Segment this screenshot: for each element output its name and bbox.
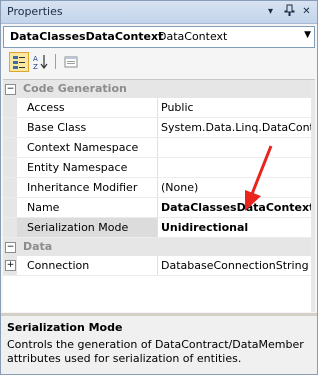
column-divider: [157, 178, 158, 197]
column-divider: [157, 138, 158, 157]
category-data[interactable]: − Data: [3, 238, 315, 256]
row-margin: [3, 98, 17, 117]
property-row-inheritance-modifier[interactable]: Inheritance Modifier (None): [3, 178, 315, 198]
description-title: Serialization Mode: [7, 321, 123, 334]
property-row-access[interactable]: Access Public: [3, 98, 315, 118]
row-margin: [3, 198, 17, 217]
close-icon[interactable]: ✕: [299, 4, 314, 19]
expand-icon[interactable]: +: [5, 260, 16, 271]
property-grid: − Code Generation Access Public Base Cla…: [3, 79, 315, 312]
alphabetical-sort-icon[interactable]: A Z: [31, 52, 51, 72]
category-code-generation[interactable]: − Code Generation: [3, 80, 315, 98]
column-divider: [157, 256, 158, 275]
property-row-serialization-mode[interactable]: Serialization Mode Unidirectional: [3, 218, 315, 238]
column-divider: [157, 98, 158, 117]
property-name: Connection: [27, 259, 90, 272]
column-divider: [157, 198, 158, 217]
property-row-context-namespace[interactable]: Context Namespace: [3, 138, 315, 158]
property-value[interactable]: System.Data.Linq.DataContext: [161, 121, 315, 134]
row-margin: [3, 138, 17, 157]
property-row-base-class[interactable]: Base Class System.Data.Linq.DataContext: [3, 118, 315, 138]
property-name: Entity Namespace: [27, 161, 128, 174]
property-name: Serialization Mode: [27, 221, 129, 234]
property-name: Access: [27, 101, 65, 114]
column-divider: [157, 218, 158, 237]
description-text: Controls the generation of DataContract/…: [7, 338, 304, 365]
window-title: Properties: [7, 5, 63, 18]
property-name: Base Class: [27, 121, 87, 134]
property-value[interactable]: (None): [161, 181, 315, 194]
column-divider: [157, 118, 158, 137]
property-value[interactable]: DataClassesDataContext: [161, 201, 315, 214]
property-name: Name: [27, 201, 60, 214]
toolbar-separator: [55, 54, 56, 69]
row-margin: [3, 158, 17, 177]
description-pane: Serialization Mode Controls the generati…: [1, 316, 317, 374]
properties-toolbar: A Z: [3, 51, 313, 73]
vertical-scrollbar[interactable]: [311, 80, 315, 312]
collapse-icon[interactable]: −: [5, 84, 16, 95]
category-label: Code Generation: [23, 82, 127, 95]
property-value[interactable]: Public: [161, 101, 315, 114]
property-row-connection[interactable]: + Connection DatabaseConnectionString (W: [3, 256, 315, 276]
categorized-view-icon[interactable]: [9, 52, 29, 72]
title-bar: Properties ▾ ✕: [1, 1, 317, 24]
property-name: Context Namespace: [27, 141, 139, 154]
object-type: DataContext: [158, 30, 228, 43]
object-name: DataClassesDataContext: [10, 30, 164, 43]
chevron-down-icon[interactable]: ▼: [304, 30, 311, 40]
property-value[interactable]: Unidirectional: [161, 221, 315, 234]
row-margin: [3, 118, 17, 137]
category-label: Data: [23, 240, 53, 253]
pin-icon[interactable]: [282, 4, 297, 19]
object-selector-dropdown[interactable]: DataClassesDataContext DataContext ▼: [3, 26, 315, 48]
property-row-name[interactable]: Name DataClassesDataContext: [3, 198, 315, 218]
window-menu-dropdown-icon[interactable]: ▾: [263, 4, 278, 19]
row-margin: [3, 178, 17, 197]
row-margin: [3, 218, 17, 237]
property-pages-icon[interactable]: [61, 52, 81, 72]
svg-text:Z: Z: [33, 63, 38, 71]
svg-text:A: A: [33, 55, 38, 63]
property-name: Inheritance Modifier: [27, 181, 138, 194]
property-row-entity-namespace[interactable]: Entity Namespace: [3, 158, 315, 178]
properties-window: Properties ▾ ✕ DataClassesDataContext Da…: [0, 0, 318, 375]
column-divider: [157, 158, 158, 177]
property-value[interactable]: DatabaseConnectionString (W: [161, 259, 315, 272]
collapse-icon[interactable]: −: [5, 242, 16, 253]
